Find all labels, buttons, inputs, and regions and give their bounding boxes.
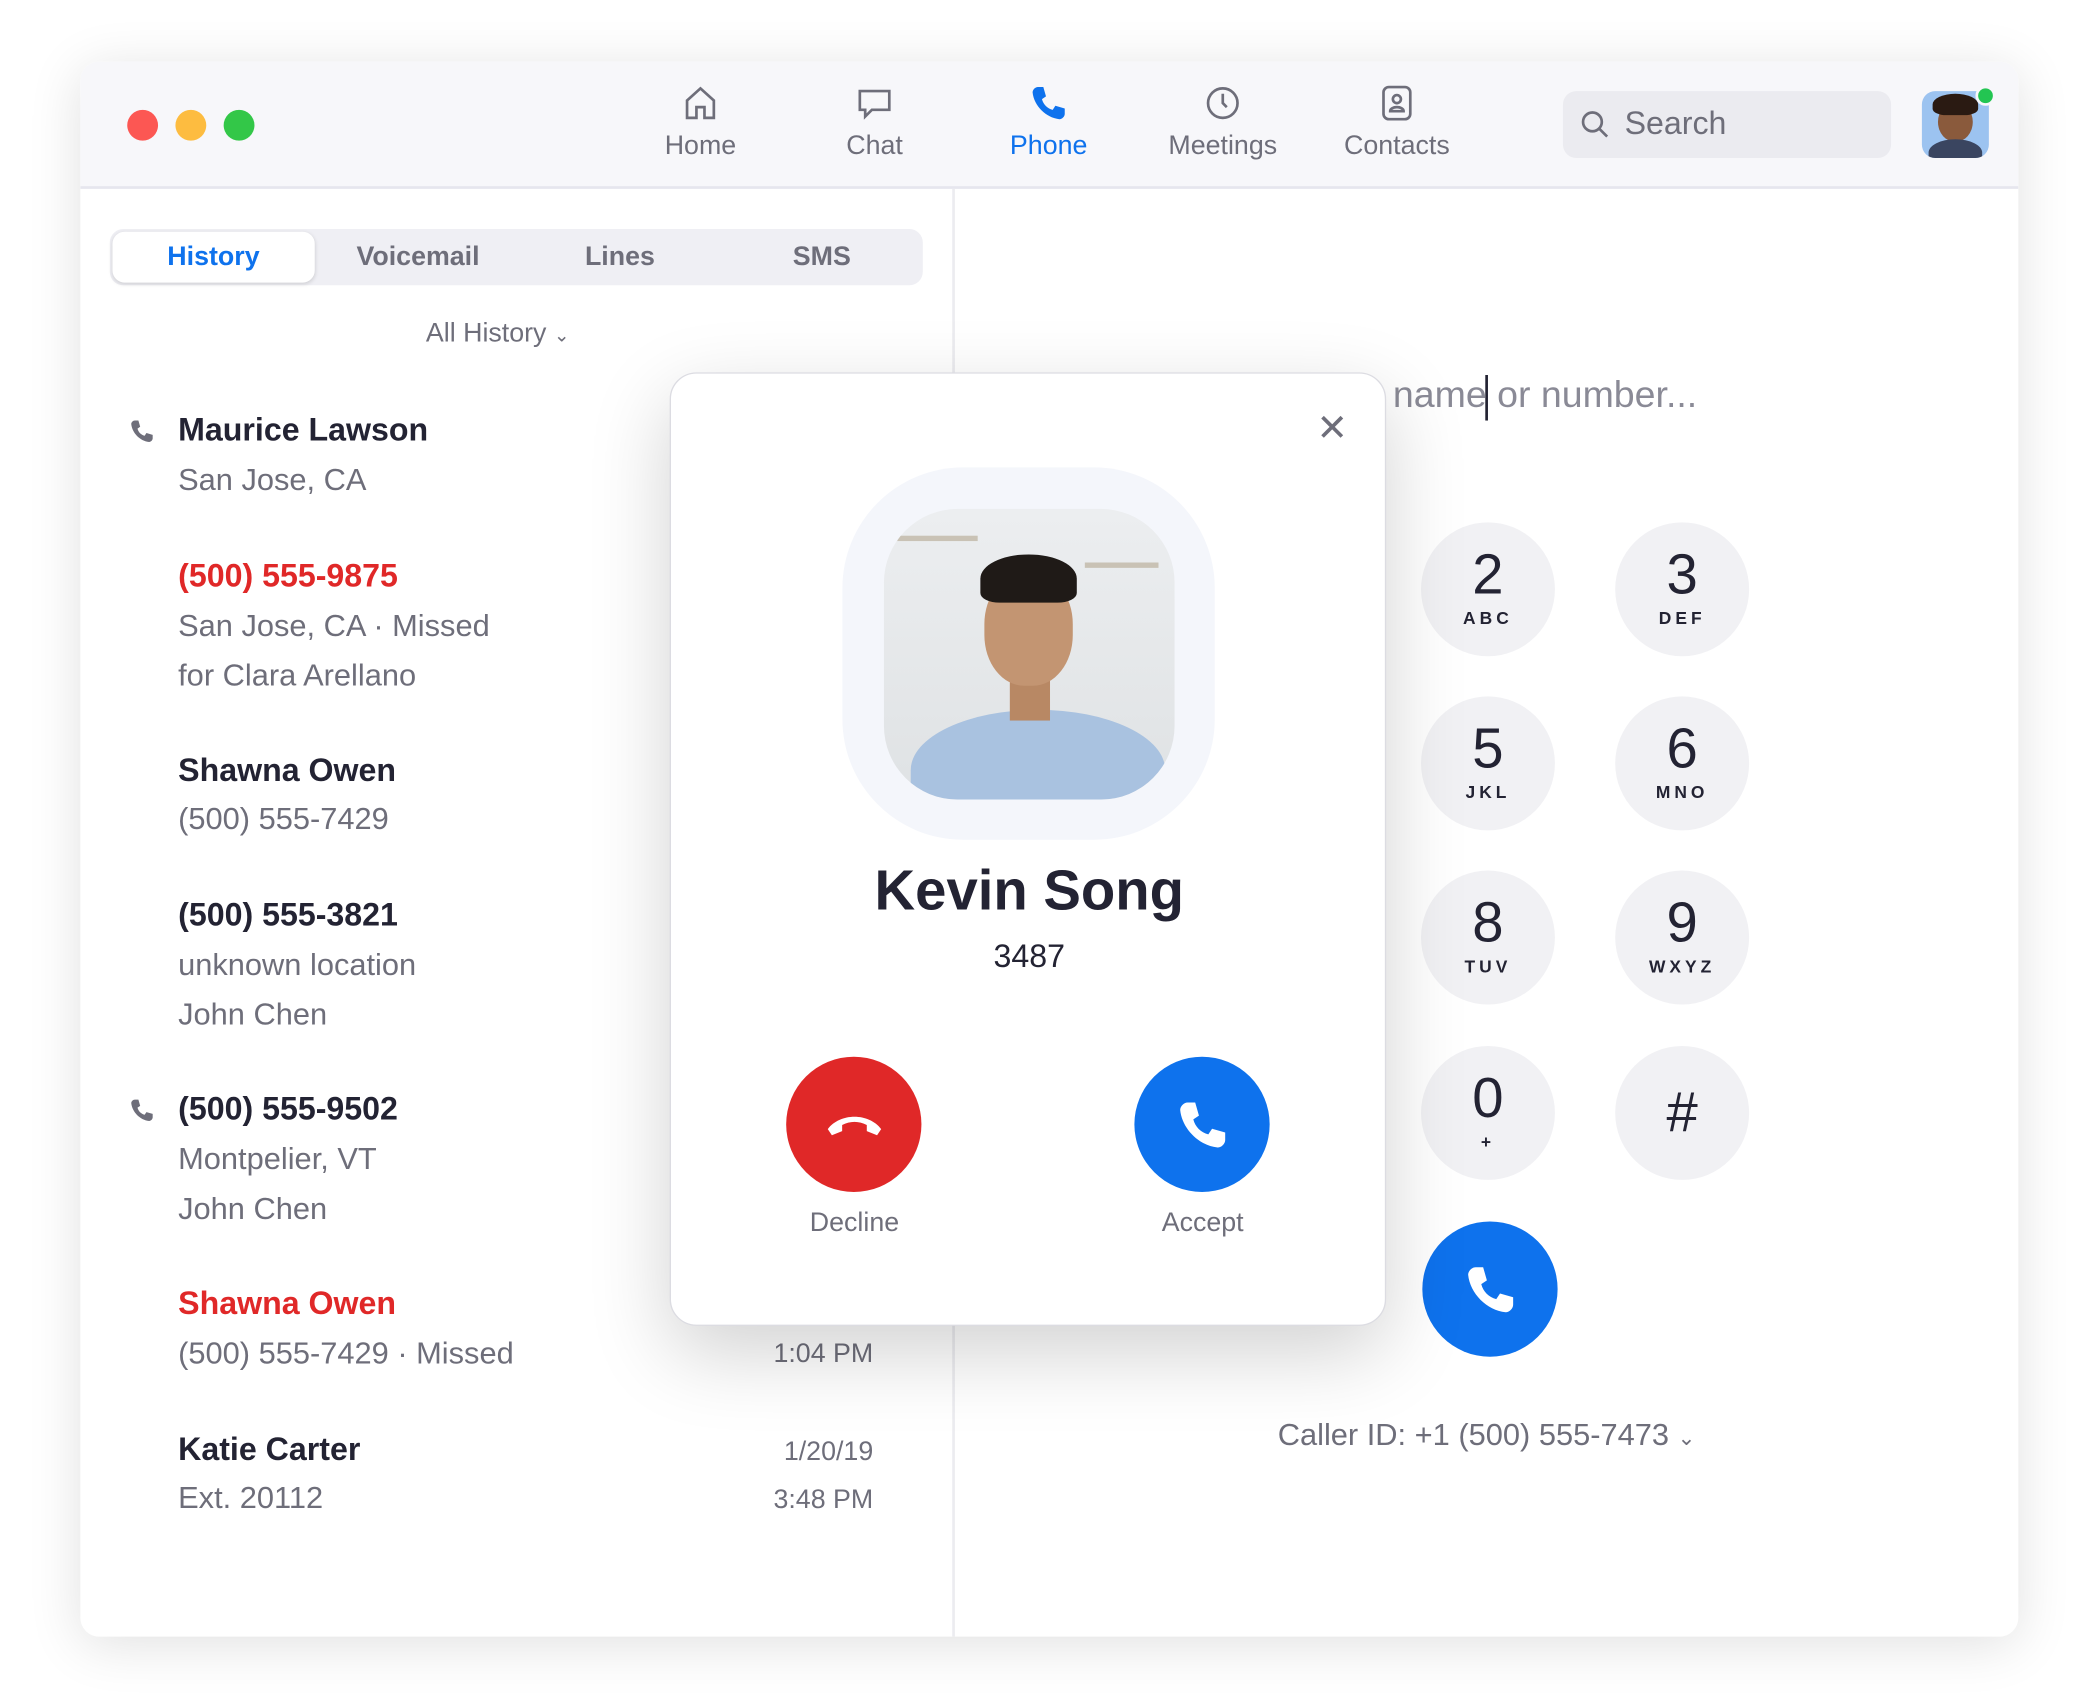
nav-phone[interactable]: Phone xyxy=(968,83,1129,162)
incoming-call-dialog: ✕ Kevin Song 3487 Decline Accept xyxy=(669,372,1387,1326)
nav-contacts[interactable]: Contacts xyxy=(1317,83,1478,162)
history-item-date: 1/20/19 xyxy=(783,1437,874,1467)
nav-home[interactable]: Home xyxy=(620,83,781,162)
history-item-name[interactable]: Katie Carter xyxy=(178,1432,360,1470)
key-digit: 9 xyxy=(1666,890,1698,954)
phone-icon xyxy=(1032,87,1065,120)
call-button[interactable] xyxy=(1422,1221,1558,1357)
history-item-name[interactable]: (500) 555-9502 xyxy=(178,1092,398,1130)
keypad-key-6[interactable]: 6 MNO xyxy=(1615,696,1750,831)
nav-contacts-label: Contacts xyxy=(1344,131,1450,161)
chevron-down-icon: ⌄ xyxy=(553,324,570,346)
history-item-time: 1:04 PM xyxy=(773,1339,874,1369)
key-letters: + xyxy=(1480,1131,1496,1152)
history-item-detail: San Jose, CA · Missed xyxy=(178,608,490,643)
text-cursor xyxy=(1485,375,1488,421)
phone-icon xyxy=(1179,1101,1225,1147)
keypad-key-2[interactable]: 2 ABC xyxy=(1420,522,1555,657)
online-status-dot xyxy=(1975,85,1996,106)
nav-chat-label: Chat xyxy=(846,131,903,161)
nav-home-label: Home xyxy=(664,131,737,161)
caller-id-label: Caller ID: +1 (500) 555-7473 xyxy=(1277,1416,1669,1452)
key-letters: JKL xyxy=(1465,782,1511,803)
phone-tabs: History Voicemail Lines SMS xyxy=(109,229,923,286)
key-digit: 6 xyxy=(1666,716,1698,780)
phone-icon xyxy=(1467,1266,1513,1312)
keypad-key-9[interactable]: 9 WXYZ xyxy=(1615,870,1750,1005)
clock-icon xyxy=(1206,87,1239,120)
chat-icon xyxy=(858,89,891,120)
nav-phone-label: Phone xyxy=(1009,131,1088,161)
history-item-detail: John Chen xyxy=(178,996,328,1032)
history-item-name[interactable]: Shawna Owen xyxy=(178,1286,396,1324)
key-letters: TUV xyxy=(1464,956,1512,977)
key-digit: # xyxy=(1666,1080,1698,1144)
title-bar: Home Chat Phone Meetings Contacts Search xyxy=(80,61,2019,189)
key-letters: ABC xyxy=(1463,608,1513,629)
key-letters: MNO xyxy=(1655,782,1709,803)
history-item-name[interactable]: (500) 555-9875 xyxy=(178,558,398,596)
key-digit: 0 xyxy=(1472,1066,1504,1130)
nav-meetings-label: Meetings xyxy=(1168,131,1278,161)
keypad-key-8[interactable]: 8 TUV xyxy=(1420,870,1555,1005)
accept-label: Accept xyxy=(1161,1208,1244,1238)
search-input[interactable]: Search xyxy=(1562,91,1892,159)
maximize-window-button[interactable] xyxy=(223,109,255,141)
phone-icon xyxy=(131,420,153,442)
keypad-key-0[interactable]: 0 + xyxy=(1420,1045,1555,1180)
key-digit: 3 xyxy=(1666,542,1698,606)
phone-icon xyxy=(131,1099,153,1121)
key-letters: WXYZ xyxy=(1648,956,1716,977)
search-placeholder: Search xyxy=(1624,105,1727,142)
chevron-down-icon: ⌄ xyxy=(1677,1427,1696,1451)
key-letters: DEF xyxy=(1658,608,1706,629)
history-item-detail: (500) 555-7429 · Missed xyxy=(178,1335,514,1371)
history-item-name[interactable]: (500) 555-3821 xyxy=(178,897,398,935)
dial-input-placeholder: name or number... xyxy=(1392,373,1698,416)
caller-name: Kevin Song xyxy=(874,858,1184,922)
history-item-name[interactable]: Maurice Lawson xyxy=(178,413,428,451)
home-icon xyxy=(685,86,716,120)
hang-up-icon xyxy=(827,1116,881,1135)
history-item-detail: Ext. 20112 xyxy=(178,1479,324,1515)
tab-sms[interactable]: SMS xyxy=(721,229,923,285)
history-item-detail: unknown location xyxy=(178,946,417,982)
accept-button[interactable] xyxy=(1134,1056,1270,1192)
close-icon[interactable]: ✕ xyxy=(1317,406,1348,450)
tab-voicemail[interactable]: Voicemail xyxy=(317,229,519,285)
key-digit: 5 xyxy=(1472,716,1504,780)
history-filter-label: All History xyxy=(425,318,547,349)
history-item-time: 3:48 PM xyxy=(773,1485,874,1515)
nav-chat[interactable]: Chat xyxy=(794,83,955,162)
caller-id-dropdown[interactable]: Caller ID: +1 (500) 555-7473 ⌄ xyxy=(1219,1417,1755,1453)
history-filter-dropdown[interactable]: All History ⌄ xyxy=(426,319,570,350)
caller-extension: 3487 xyxy=(993,938,1065,976)
caller-photo xyxy=(883,508,1175,800)
history-item-name[interactable]: Shawna Owen xyxy=(178,753,396,791)
keypad-key-3[interactable]: 3 DEF xyxy=(1615,522,1750,657)
tab-history[interactable]: History xyxy=(112,231,315,283)
minimize-window-button[interactable] xyxy=(175,109,207,141)
decline-button[interactable] xyxy=(786,1056,922,1192)
keypad-key-5[interactable]: 5 JKL xyxy=(1420,696,1555,831)
history-item-detail: San Jose, CA xyxy=(178,462,367,497)
key-digit: 8 xyxy=(1472,890,1504,954)
decline-label: Decline xyxy=(809,1208,900,1238)
history-item-detail: for Clara Arellano xyxy=(178,657,417,693)
history-item-detail: (500) 555-7429 xyxy=(178,800,389,836)
nav-meetings[interactable]: Meetings xyxy=(1142,83,1303,162)
search-icon xyxy=(1581,111,1609,138)
keypad-key-hash[interactable]: # xyxy=(1615,1045,1750,1180)
tab-lines[interactable]: Lines xyxy=(519,229,721,285)
history-item-detail: John Chen xyxy=(178,1190,328,1226)
close-window-button[interactable] xyxy=(127,109,159,141)
history-item-detail: Montpelier, VT xyxy=(178,1141,377,1176)
key-digit: 2 xyxy=(1472,542,1504,606)
contacts-icon xyxy=(1382,85,1412,121)
dial-input[interactable]: name or number... xyxy=(1393,374,1697,417)
